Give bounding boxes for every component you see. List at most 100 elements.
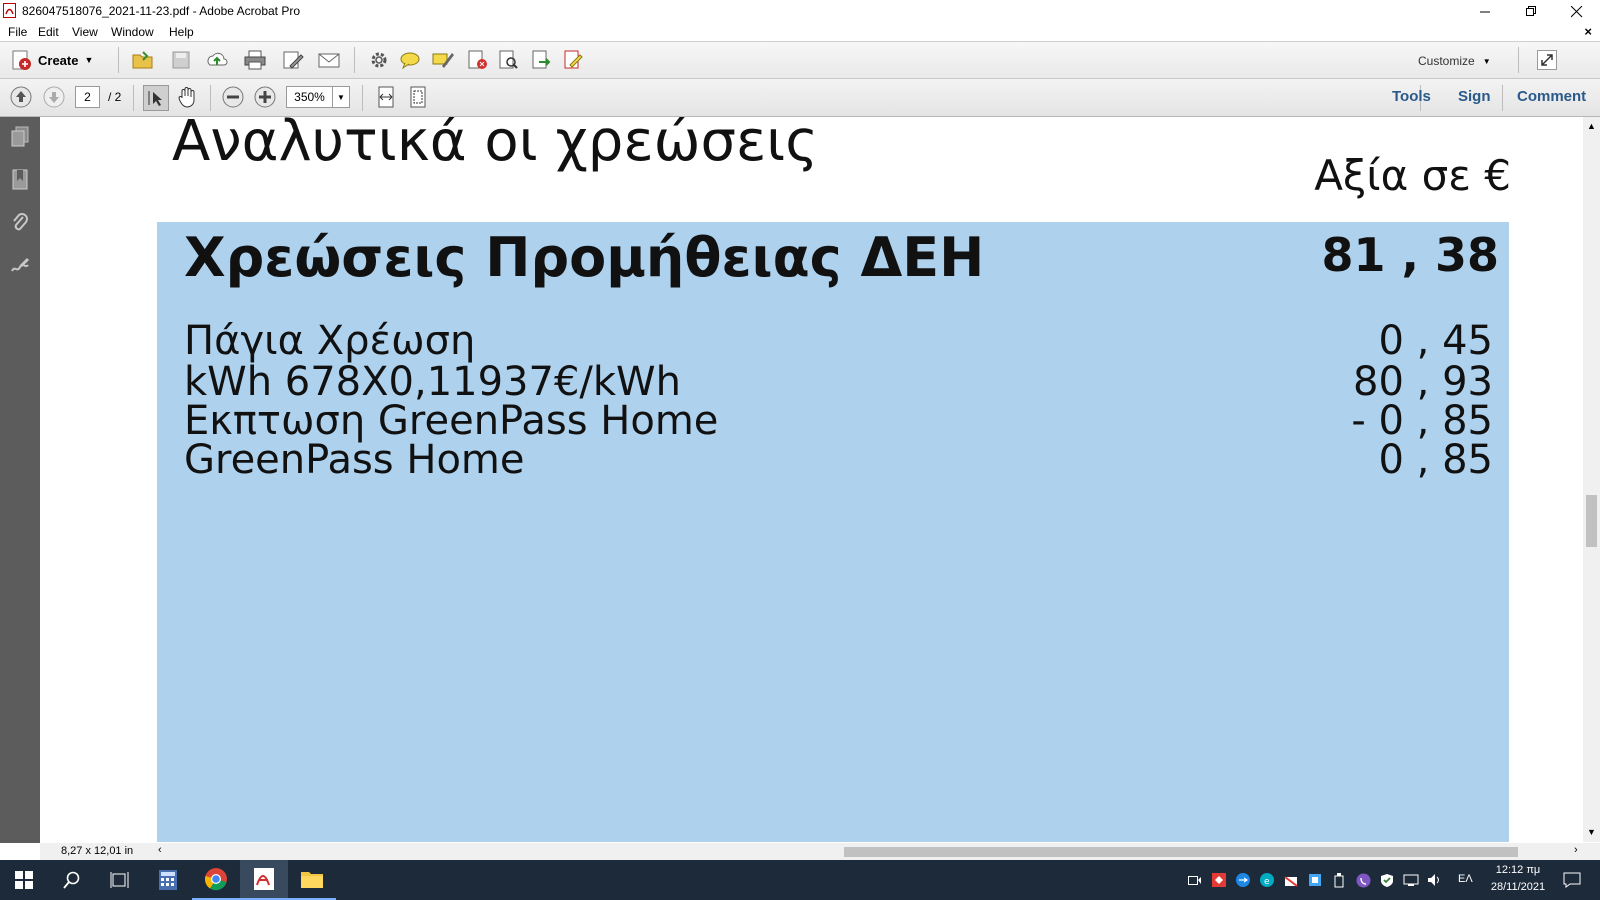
charge-label: Πάγια Χρέωση	[184, 318, 476, 364]
create-label: Create	[38, 52, 79, 68]
edit-pdf-button[interactable]	[282, 49, 304, 71]
zoom-out-button[interactable]	[222, 86, 244, 108]
chevron-down-icon: ▼	[84, 55, 94, 65]
close-window-button[interactable]	[1554, 0, 1600, 23]
menu-view[interactable]: View	[72, 25, 98, 39]
cloud-upload-icon	[207, 52, 228, 66]
comment-pane-button[interactable]: Comment	[1517, 88, 1586, 105]
speech-bubble-icon	[400, 52, 420, 70]
menu-window[interactable]: Window	[111, 25, 154, 39]
clock-time[interactable]: 12:12 πμ	[1490, 864, 1546, 876]
acrobat-icon	[254, 868, 274, 890]
taskbar-file-explorer[interactable]	[288, 860, 336, 900]
volume-tray-icon[interactable]	[1427, 872, 1443, 888]
taskbar-calculator[interactable]	[144, 860, 192, 900]
bookmarks-button[interactable]	[7, 167, 33, 193]
scroll-left-icon[interactable]: ‹	[158, 844, 162, 856]
page-heading: Αναλυτικά οι χρεώσεις	[172, 117, 819, 174]
previous-page-button[interactable]	[10, 86, 32, 108]
restore-button[interactable]	[1508, 0, 1554, 23]
menu-file[interactable]: File	[8, 25, 27, 39]
charge-value: 0 , 85	[1378, 437, 1494, 483]
email-button[interactable]	[318, 49, 340, 71]
attachments-button[interactable]	[7, 210, 33, 236]
comment-bubble-button[interactable]	[399, 49, 421, 71]
minus-circle-icon	[222, 86, 244, 108]
menu-help[interactable]: Help	[169, 25, 194, 39]
zoom-in-button[interactable]	[254, 86, 276, 108]
toolbar-divider	[354, 47, 355, 73]
open-button[interactable]	[132, 49, 154, 71]
horizontal-scrollbar[interactable]: 8,27 x 12,01 in ‹ ›	[40, 843, 1600, 860]
vertical-scrollbar[interactable]: ▲ ▼	[1583, 117, 1600, 842]
charge-label: Εκπτωση GreenPass Home	[184, 398, 719, 444]
fit-width-button[interactable]	[375, 86, 397, 108]
document-viewport[interactable]: Αναλυτικά οι χρεώσεις Αξία σε € Χρεώσεις…	[40, 117, 1583, 842]
notification-icon	[1563, 872, 1581, 888]
sign-pane-button[interactable]: Sign	[1458, 88, 1491, 105]
skype-tray-icon[interactable]: e	[1259, 872, 1275, 888]
highlight-button[interactable]	[432, 49, 454, 71]
fit-page-width-icon	[378, 86, 394, 108]
taskbar: e ΕΛ 12:12 πμ 28/11/2021	[0, 860, 1600, 900]
defender-tray-icon[interactable]	[1379, 872, 1395, 888]
print-button[interactable]	[244, 49, 266, 71]
scroll-down-icon[interactable]: ▼	[1587, 827, 1596, 837]
network-manager-tray-icon[interactable]	[1307, 872, 1323, 888]
full-screen-button[interactable]	[1536, 49, 1558, 71]
tools-pane-button[interactable]: Tools	[1392, 88, 1431, 105]
gear-icon	[371, 52, 387, 68]
save-button[interactable]	[170, 49, 192, 71]
compare-button[interactable]	[497, 49, 519, 71]
notifications-button[interactable]	[1562, 872, 1582, 888]
fit-page-button[interactable]	[407, 86, 429, 108]
anydesk-tray-icon[interactable]	[1211, 872, 1227, 888]
page-number-input[interactable]: 2	[75, 86, 100, 108]
charge-value: 80 , 93	[1353, 359, 1493, 405]
create-pdf-icon	[12, 50, 31, 70]
next-page-button[interactable]	[43, 86, 65, 108]
zoom-level-input[interactable]: 350%	[286, 86, 332, 108]
acrobat-app-icon	[3, 3, 16, 18]
taskbar-acrobat[interactable]	[240, 860, 288, 900]
teamviewer-tray-icon[interactable]	[1235, 872, 1251, 888]
scroll-right-icon[interactable]: ›	[1574, 844, 1578, 856]
page-thumbnails-button[interactable]	[7, 124, 33, 150]
network-tray-icon[interactable]	[1403, 872, 1419, 888]
start-button[interactable]	[0, 860, 48, 900]
meet-now-tray-icon[interactable]	[1187, 872, 1203, 888]
close-document-button[interactable]: ×	[1584, 24, 1592, 39]
hand-tool-button[interactable]	[176, 86, 198, 108]
create-button[interactable]: Create ▼	[10, 49, 93, 71]
customize-dropdown[interactable]: Customize ▼	[1418, 54, 1491, 68]
select-tool-button[interactable]	[143, 85, 169, 111]
upload-cloud-button[interactable]	[206, 49, 228, 71]
vertical-scroll-thumb[interactable]	[1586, 495, 1597, 547]
search-button[interactable]	[48, 860, 96, 900]
bookmark-icon	[12, 169, 28, 190]
charges-panel: Χρεώσεις Προμήθειας ΔΕΗ 81 , 38 Πάγια Χρ…	[157, 222, 1509, 842]
plus-circle-icon	[254, 86, 276, 108]
security-tray-icon[interactable]	[1283, 872, 1299, 888]
signatures-button[interactable]	[7, 252, 33, 278]
page-size-readout: 8,27 x 12,01 in	[61, 845, 134, 857]
export-button[interactable]	[530, 49, 552, 71]
clock-date[interactable]: 28/11/2021	[1486, 881, 1550, 893]
scroll-up-icon[interactable]: ▲	[1587, 121, 1596, 131]
viber-tray-icon[interactable]	[1355, 872, 1371, 888]
sign-document-button[interactable]	[562, 49, 584, 71]
section-title: Χρεώσεις Προμήθειας ΔΕΗ	[184, 226, 985, 289]
settings-button[interactable]	[368, 49, 390, 71]
horizontal-scroll-thumb[interactable]	[844, 847, 1518, 857]
redact-button[interactable]	[466, 49, 488, 71]
usb-device-tray-icon[interactable]	[1331, 872, 1347, 888]
minimize-button[interactable]	[1462, 0, 1508, 23]
task-view-button[interactable]	[96, 860, 144, 900]
menu-edit[interactable]: Edit	[38, 25, 59, 39]
input-language-indicator[interactable]: ΕΛ	[1458, 873, 1473, 885]
document-export-icon	[532, 50, 551, 69]
navigation-pane	[0, 117, 40, 843]
section-total: 81 , 38	[1321, 228, 1499, 282]
zoom-dropdown-button[interactable]: ▼	[332, 86, 350, 108]
taskbar-chrome[interactable]	[192, 860, 240, 900]
